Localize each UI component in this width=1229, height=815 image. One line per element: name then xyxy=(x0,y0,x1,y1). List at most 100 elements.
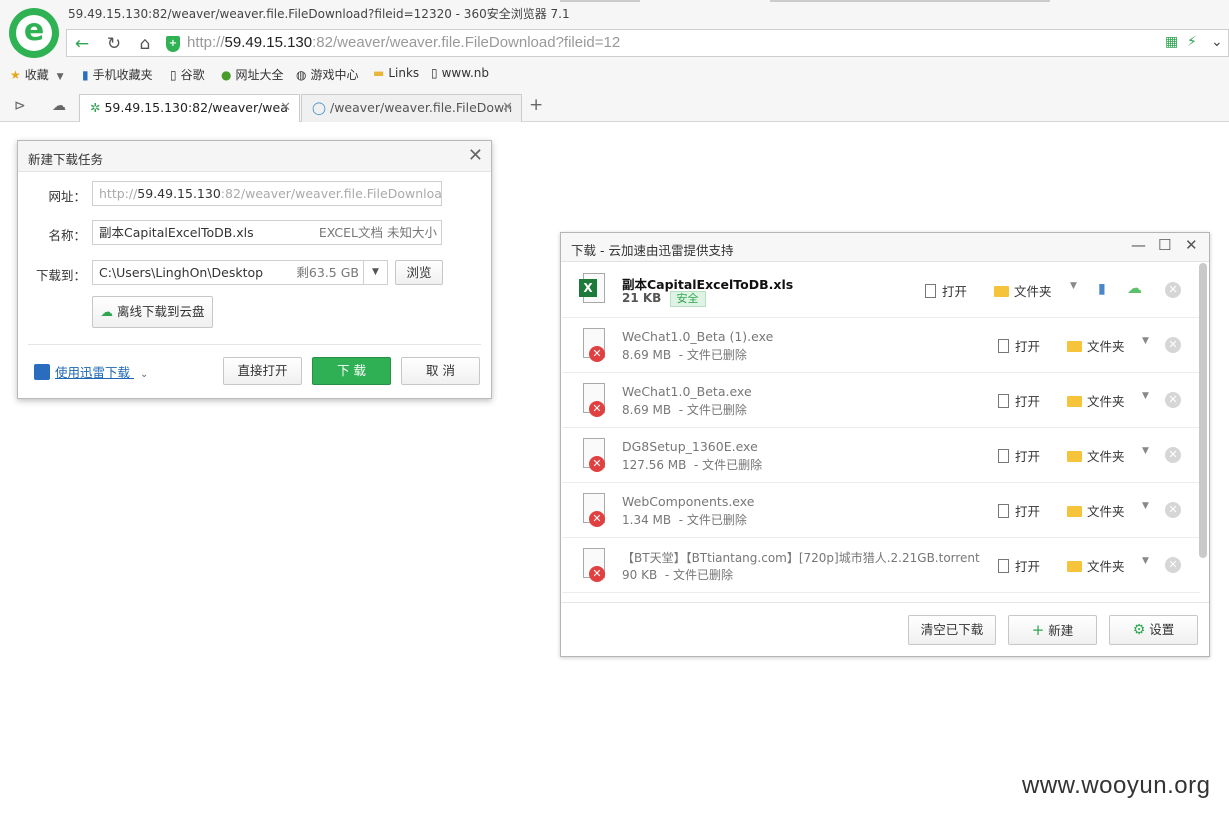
maximize-icon[interactable]: ☐ xyxy=(1158,236,1171,254)
chevron-down-icon[interactable]: ▼ xyxy=(1142,391,1149,401)
open-folder-button[interactable]: 文件夹 xyxy=(1067,501,1125,520)
new-tab-icon[interactable]: + xyxy=(529,95,543,115)
new-download-button[interactable]: + 新建 xyxy=(1008,615,1097,645)
open-folder-button[interactable]: 文件夹 xyxy=(1067,391,1125,410)
download-item[interactable]: ✕ DG8Setup_1360E.exe 127.56 MB - 文件已删除 打… xyxy=(562,428,1200,483)
filename-field[interactable]: 副本CapitalExcelToDB.xls EXCEL文档 未知大小 xyxy=(92,220,442,245)
mobile-icon[interactable]: ▮ xyxy=(1098,281,1106,297)
remove-icon[interactable]: ✕ xyxy=(1165,392,1181,408)
open-file-button[interactable]: 打开 xyxy=(998,336,1040,355)
browse-button[interactable]: 浏览 xyxy=(395,260,443,285)
download-item[interactable]: ✕ 【BT天堂】【BTtiantang.com】[720p]城市猎人.2.21G… xyxy=(562,538,1200,593)
chevron-down-icon[interactable]: ▼ xyxy=(1142,556,1149,566)
gear-icon: ⚙ xyxy=(1132,622,1146,638)
close-icon[interactable]: ✕ xyxy=(502,95,513,121)
chevron-down-icon[interactable]: ▼ xyxy=(1142,336,1149,346)
close-icon[interactable]: ✕ xyxy=(280,95,291,121)
file-meta: EXCEL文档 未知大小 xyxy=(314,221,437,244)
open-file-button[interactable]: 打开 xyxy=(998,391,1040,410)
phone-icon: ▮ xyxy=(82,68,89,82)
bookmark-mobile[interactable]: ▮ 手机收藏夹 xyxy=(82,66,153,83)
refresh-icon[interactable]: ↻ xyxy=(103,33,125,55)
open-file-button[interactable]: 打开 xyxy=(925,281,967,300)
cloud-icon: ☁ xyxy=(100,304,114,319)
chevron-down-icon[interactable]: ▼ xyxy=(1142,446,1149,456)
open-file-button[interactable]: 打开 xyxy=(998,501,1040,520)
bookmark-games[interactable]: ◍ 游戏中心 xyxy=(296,66,359,83)
chevron-down-icon[interactable]: ▼ xyxy=(57,72,64,82)
bookmark-sites[interactable]: ● 网址大全 xyxy=(221,66,284,83)
safe-badge: 安全 xyxy=(669,291,706,307)
filename-value: 副本CapitalExcelToDB.xls xyxy=(99,225,254,240)
minimize-icon[interactable]: — xyxy=(1131,236,1146,254)
document-icon xyxy=(998,339,1009,353)
address-bar[interactable]: ← ↻ ⌂ + http://59.49.15.130:82/weaver/we… xyxy=(66,29,1229,57)
globe-icon: ● xyxy=(221,68,232,82)
browser-chrome: e 59.49.15.130:82/weaver/weaver.file.Fil… xyxy=(0,0,1229,122)
remove-icon[interactable]: ✕ xyxy=(1165,282,1181,298)
download-button[interactable]: 下 载 xyxy=(312,357,391,385)
url-text[interactable]: http://59.49.15.130:82/weaver/weaver.fil… xyxy=(187,34,620,51)
chevron-down-icon[interactable]: ▼ xyxy=(1070,281,1077,291)
offline-cloud-button[interactable]: ☁ 离线下载到云盘 xyxy=(92,296,213,328)
bookmark-google[interactable]: ▯ 谷歌 xyxy=(170,66,205,83)
bookmark-links[interactable]: ▬ Links xyxy=(373,66,419,80)
cloud-icon[interactable]: ☁ xyxy=(1127,279,1142,297)
open-directly-button[interactable]: 直接打开 xyxy=(223,357,302,385)
dialog-title: 新建下载任务 xyxy=(28,152,104,167)
chevron-down-icon[interactable]: ⌄ xyxy=(1211,34,1223,50)
name-label: 名称： xyxy=(48,228,86,243)
remove-icon[interactable]: ✕ xyxy=(1165,557,1181,573)
bookmark-www[interactable]: ▯ www.nb xyxy=(431,66,489,80)
chevron-double-down-icon[interactable]: ⌄ xyxy=(140,369,148,380)
open-file-button[interactable]: 打开 xyxy=(998,446,1040,465)
security-shield-icon[interactable]: + xyxy=(166,36,180,52)
settings-button[interactable]: ⚙ 设置 xyxy=(1109,615,1198,645)
browser-logo-icon[interactable]: e xyxy=(9,8,59,58)
chevron-down-icon[interactable]: ▼ xyxy=(363,261,387,284)
back-arrow-icon[interactable]: ← xyxy=(71,33,93,55)
cancel-button[interactable]: 取 消 xyxy=(401,357,480,385)
sidebar-toggle-icon[interactable]: ⊳ xyxy=(14,98,26,114)
download-filename: DG8Setup_1360E.exe xyxy=(622,439,758,454)
open-folder-button[interactable]: 文件夹 xyxy=(1067,446,1125,465)
home-icon[interactable]: ⌂ xyxy=(134,33,156,55)
download-filename: WebComponents.exe xyxy=(622,494,755,509)
clear-downloaded-button[interactable]: 清空已下载 xyxy=(908,615,996,645)
deleted-file-icon: ✕ xyxy=(579,438,607,472)
bookmark-favorites[interactable]: ★ 收藏 ▼ xyxy=(10,66,64,83)
xunlei-link-label: 使用迅雷下载 xyxy=(55,365,131,380)
remove-icon[interactable]: ✕ xyxy=(1165,337,1181,353)
tab-active[interactable]: ✲ 59.49.15.130:82/weaver/wea ✕ xyxy=(79,94,300,122)
chevron-down-icon[interactable]: ▼ xyxy=(1142,501,1149,511)
folder-icon xyxy=(994,286,1009,297)
download-item[interactable]: ✕ WeChat1.0_Beta (1).exe 8.69 MB - 文件已删除… xyxy=(562,318,1200,373)
use-xunlei-link[interactable]: 使用迅雷下载 ⌄ xyxy=(34,362,148,381)
cloud-icon[interactable]: ☁ xyxy=(52,98,66,114)
download-item[interactable]: ✕ WebComponents.exe 1.34 MB - 文件已删除 打开 文… xyxy=(562,483,1200,538)
url-field[interactable]: http://59.49.15.130:82/weaver/weaver.fil… xyxy=(92,181,442,206)
remove-icon[interactable]: ✕ xyxy=(1165,502,1181,518)
tab-label: 59.49.15.130:82/weaver/wea xyxy=(104,100,288,115)
document-icon xyxy=(998,559,1009,573)
qr-code-icon[interactable]: ▦ xyxy=(1165,34,1178,50)
deleted-file-icon: ✕ xyxy=(579,383,607,417)
free-space: 剩63.5 GB xyxy=(292,261,359,284)
tab-inactive[interactable]: ◯ /weaver/weaver.file.FileDown ✕ xyxy=(301,94,522,122)
close-icon[interactable]: ✕ xyxy=(1185,236,1198,254)
open-folder-button[interactable]: 文件夹 xyxy=(994,281,1052,300)
remove-icon[interactable]: ✕ xyxy=(1165,447,1181,463)
watermark: www.wooyun.org xyxy=(1022,772,1211,799)
folder-icon xyxy=(1067,396,1082,407)
download-item[interactable]: ✕ WeChat1.0_Beta.exe 8.69 MB - 文件已删除 打开 … xyxy=(562,373,1200,428)
open-folder-button[interactable]: 文件夹 xyxy=(1067,556,1125,575)
download-item[interactable]: X 副本CapitalExcelToDB.xls 21 KB 安全 打开 文件夹… xyxy=(562,263,1200,318)
open-folder-button[interactable]: 文件夹 xyxy=(1067,336,1125,355)
close-icon[interactable]: ✕ xyxy=(468,145,483,166)
tab-bar: ⊳ ☁ ✲ 59.49.15.130:82/weaver/wea ✕ ◯ /we… xyxy=(0,94,1229,122)
open-file-button[interactable]: 打开 xyxy=(998,556,1040,575)
scrollbar[interactable] xyxy=(1199,263,1207,558)
lightning-icon[interactable]: ⚡ xyxy=(1187,34,1197,50)
save-path-select[interactable]: C:\Users\LinghOn\Desktop 剩63.5 GB ▼ xyxy=(92,260,388,285)
deleted-file-icon: ✕ xyxy=(579,328,607,362)
